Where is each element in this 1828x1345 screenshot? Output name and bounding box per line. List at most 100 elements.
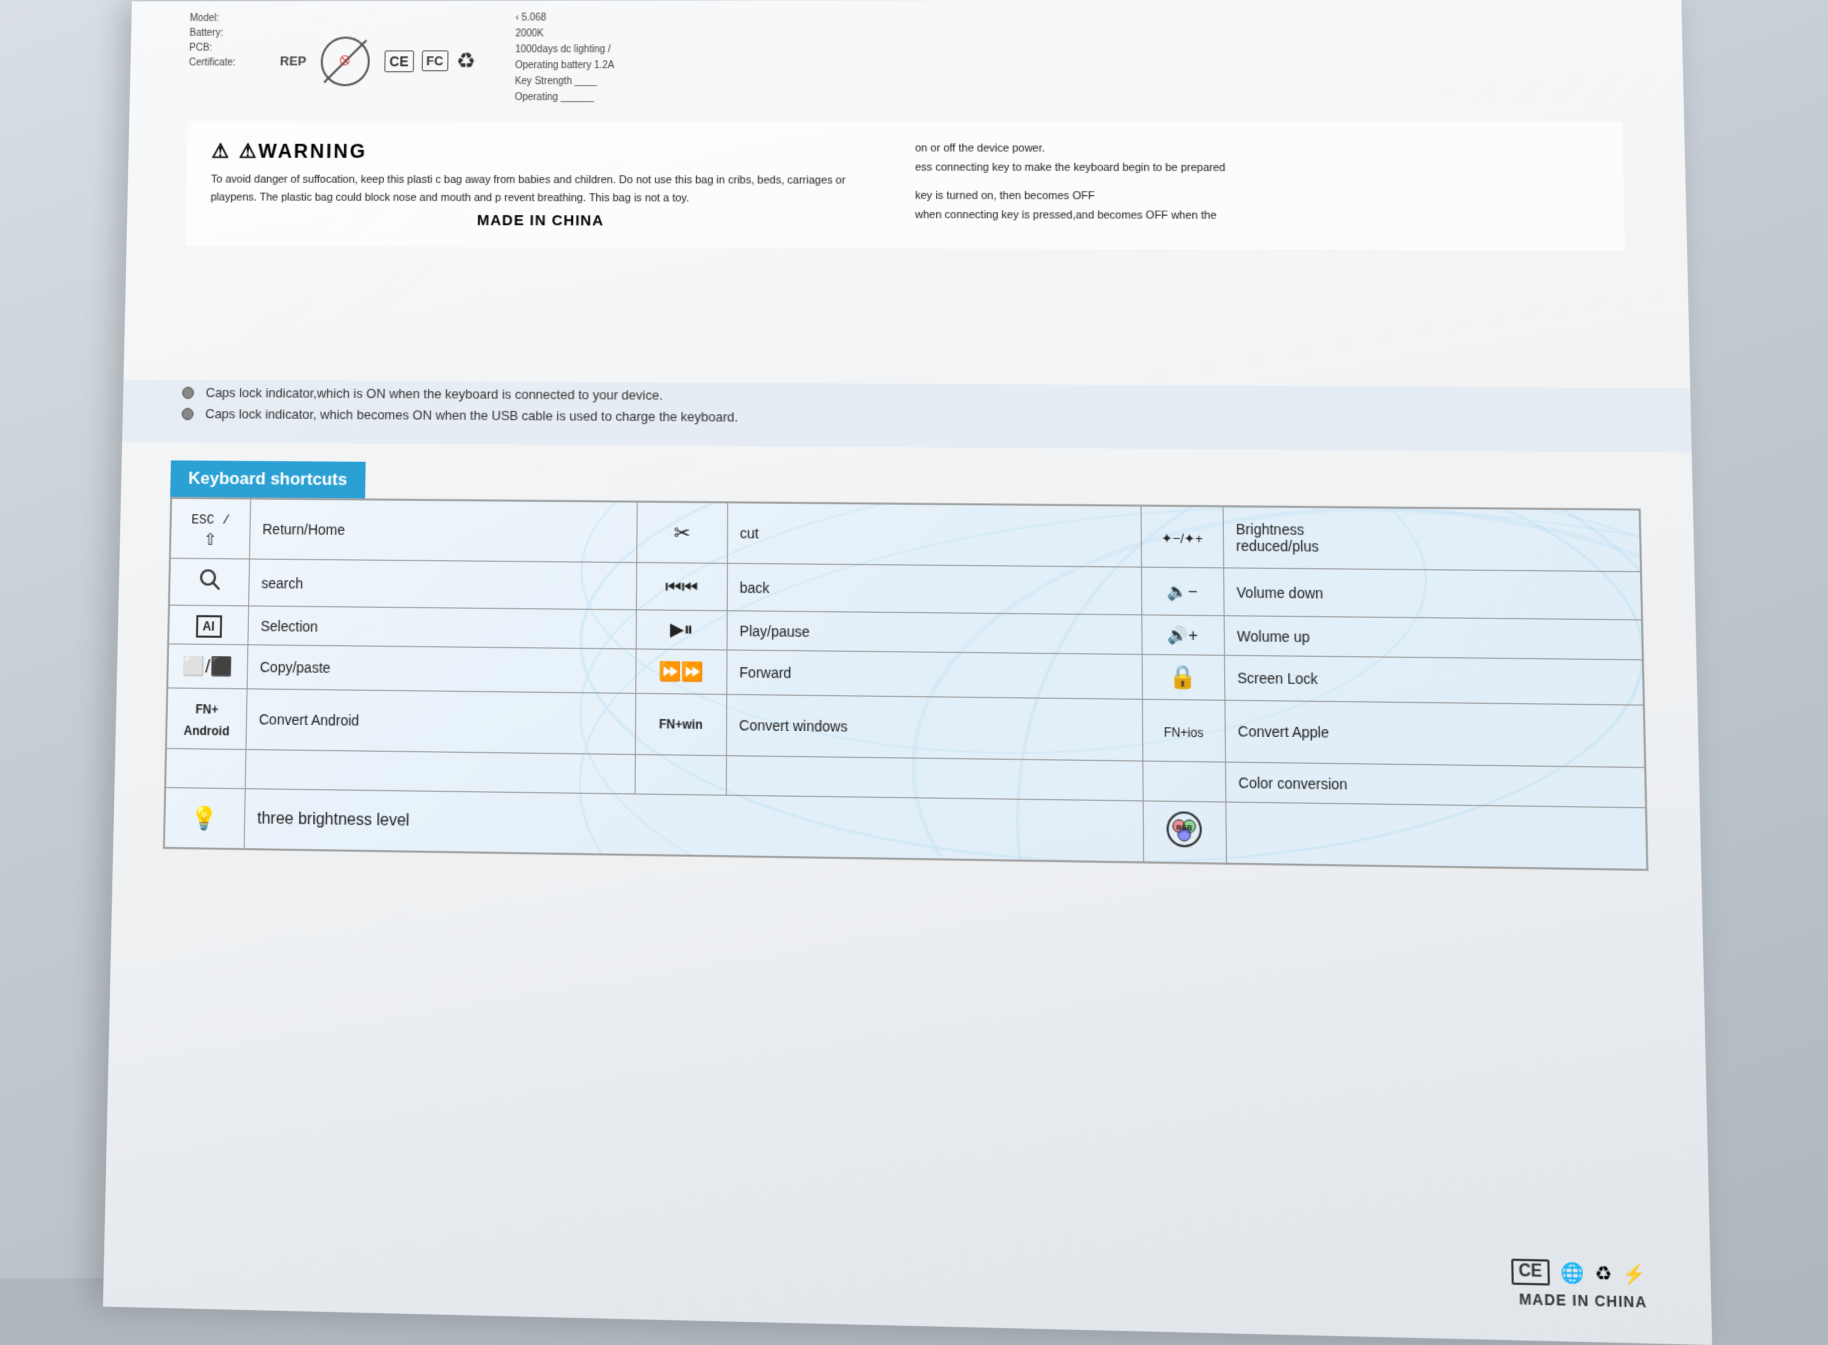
ai-icon: AI [195, 615, 221, 638]
rep-label: REP [280, 53, 306, 68]
copypaste-label: Copy/paste [247, 645, 636, 694]
esc-key: ESC / [191, 512, 230, 528]
cert-logos: CE FC ♻ [384, 48, 475, 74]
fn-win-icon-cell: FN+win [635, 693, 726, 755]
brightness-icon-cell: ✦−/✦+ [1141, 506, 1224, 568]
volume-down-icon-cell: 🔈− [1141, 567, 1224, 616]
indicators-section: Caps lock indicator,which is ON when the… [122, 379, 1692, 452]
warning-title: ⚠ ⚠WARNING [211, 139, 875, 165]
spec-r3: 1000days dc lighting / [515, 41, 1621, 58]
search-icon-cell [169, 558, 249, 606]
empty-label-1 [245, 750, 635, 794]
globe-cert-icon: 🌐 [1560, 1261, 1584, 1284]
rgb-icon: RGB [1166, 810, 1204, 848]
warning-triangle-icon: ⚠ [211, 139, 231, 164]
ai-icon-cell: AI [169, 605, 249, 645]
right-specs: ‹ 5.068 2000K 1000days dc lighting / Ope… [515, 9, 1622, 107]
spec-r2: 2000K [515, 25, 1620, 42]
playpause-label: Play/pause [727, 611, 1142, 655]
spec-line-3: PCB: [189, 41, 241, 56]
lock-icon: 🔒 [1169, 664, 1197, 690]
convert-apple-label: Convert Apple [1225, 700, 1645, 767]
copy-paste-icon: ⬜/⬛ [183, 655, 233, 676]
convert-android-label: Convert Android [246, 689, 636, 755]
search-icon [197, 567, 221, 592]
shortcuts-section: Keyboard shortcuts ESC / ⇧ [163, 460, 1649, 871]
indicator-text-2: Caps lock indicator, which becomes ON wh… [205, 406, 738, 425]
warning-text-left: To avoid danger of suffocation, keep thi… [210, 172, 874, 209]
brightness-label: Brightnessreduced/plus [1223, 507, 1641, 572]
indicator-item-2: Caps lock indicator, which becomes ON wh… [182, 406, 1629, 430]
warning-r4: when connecting key is pressed,and becom… [915, 206, 1598, 227]
cut-label: cut [727, 503, 1141, 567]
volume-down-label: Volume down [1223, 568, 1641, 620]
play-pause-icon: ▶⏸ [670, 619, 693, 640]
energy-cert-icon: ⚡ [1622, 1263, 1646, 1286]
fc-cert: FC [421, 50, 448, 71]
return-home-label: Return/Home [249, 499, 637, 563]
rewind-icon-cell: ⏮⏮ [636, 563, 727, 611]
esc-icon-cell: ESC / ⇧ [170, 498, 250, 559]
warning-box: ⚠ ⚠WARNING To avoid danger of suffocatio… [185, 121, 1625, 251]
ce-bottom-cert: CE [1511, 1259, 1550, 1286]
volume-up-icon-cell: 🔊+ [1142, 615, 1225, 655]
fn-win-label: FN+win [659, 717, 703, 732]
spec-r6: Operating ______ [515, 90, 1622, 106]
scissors-icon-cell: ✂ [637, 502, 728, 563]
back-label: back [727, 563, 1142, 615]
color-conversion-label: Color conversion [1225, 762, 1645, 808]
shortcuts-header: Keyboard shortcuts [170, 460, 365, 498]
warning-r3: key is turned on, then becomes OFF [915, 187, 1598, 207]
recycle-icon: ♻ [456, 48, 476, 74]
spec-r1: ‹ 5.068 [515, 9, 1620, 27]
indicator-dot-1 [182, 386, 194, 398]
bulb-icon-cell: 💡 [164, 788, 245, 849]
shortcuts-table: ESC / ⇧ Return/Home ✂ cut ✦−/✦+ Brightne… [164, 498, 1648, 870]
lock-icon-cell: 🔒 [1142, 654, 1225, 700]
top-row: Model: Battery: PCB: Certificate: REP 🚫 [188, 9, 1622, 107]
warning-right: on or off the device power. ess connecti… [915, 139, 1599, 232]
no-plastic-icon: 🚫 [320, 36, 370, 86]
warning-r2: ess connecting key to make the keyboard … [915, 158, 1597, 178]
scissors-icon: ✂ [674, 522, 691, 545]
spec-r4: Operating battery 1.2A [515, 58, 1621, 75]
top-left-specs: Model: Battery: PCB: Certificate: [188, 11, 242, 106]
fn-ios-label: FN+ios [1164, 725, 1204, 740]
made-china-bottom: MADE IN CHINA [1519, 1290, 1647, 1310]
search-label: search [249, 559, 637, 610]
warning-r1: on or off the device power. [915, 139, 1597, 159]
svg-text:RGB: RGB [1176, 825, 1192, 833]
playpause-icon-cell: ▶⏸ [636, 610, 727, 650]
warning-text-title: ⚠WARNING [239, 139, 368, 164]
shortcuts-table-wrapper: ESC / ⇧ Return/Home ✂ cut ✦−/✦+ Brightne… [163, 497, 1649, 871]
spec-line-2: Battery: [189, 26, 241, 41]
forward-label: Forward [727, 650, 1143, 699]
page-container: Model: Battery: PCB: Certificate: REP 🚫 [0, 0, 1828, 1278]
spec-line-4: Certificate: [189, 56, 241, 71]
selection-label: Selection [248, 606, 636, 649]
document: Model: Battery: PCB: Certificate: REP 🚫 [103, 0, 1712, 1345]
warning-left: ⚠ ⚠WARNING To avoid danger of suffocatio… [210, 139, 875, 231]
cert-row: CE 🌐 ♻ ⚡ [1511, 1259, 1647, 1288]
forward-icon: ⏩⏩ [658, 661, 703, 682]
brightness-level-label: three brightness level [244, 789, 1143, 862]
indicator-dot-2 [182, 407, 194, 419]
convert-windows-label: Convert windows [726, 694, 1142, 761]
forward-icon-cell: ⏩⏩ [636, 649, 727, 694]
top-section: Model: Battery: PCB: Certificate: REP 🚫 [124, 0, 1691, 388]
copypaste-icon-cell: ⬜/⬛ [168, 644, 248, 689]
made-in-china-label: MADE IN CHINA [210, 212, 875, 231]
volume-up-label: Wolume up [1224, 616, 1643, 660]
screen-lock-label: Screen Lock [1224, 655, 1643, 705]
volume-up-icon: 🔊+ [1168, 627, 1198, 645]
recycle-cert-icon: ♻ [1595, 1262, 1613, 1285]
bottom-cert: CE 🌐 ♻ ⚡ MADE IN CHINA [1511, 1259, 1647, 1311]
volume-down-icon: 🔈− [1167, 583, 1197, 601]
empty-icon-cell-1 [166, 748, 246, 788]
fn-android-icon-cell: FN+ Android [166, 688, 247, 750]
bulb-icon: 💡 [191, 804, 219, 830]
spec-r5: Key Strength ____ [515, 74, 1622, 90]
home-arrow-icon: ⇧ [203, 532, 217, 549]
empty-icon-cell-3 [1143, 761, 1226, 802]
rgb-icon-cell: RGB [1143, 801, 1226, 863]
